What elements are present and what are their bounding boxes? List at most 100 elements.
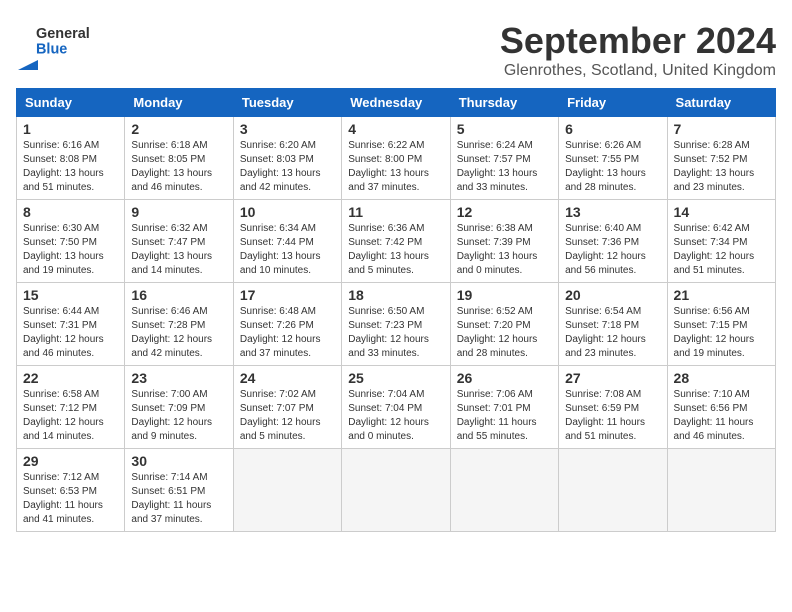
day-number: 28 (674, 370, 769, 386)
calendar-cell: 8 Sunrise: 6:30 AM Sunset: 7:50 PM Daylig… (17, 200, 125, 283)
calendar-header: Sunday Monday Tuesday Wednesday Thursday… (17, 89, 776, 117)
calendar-cell: 1 Sunrise: 6:16 AM Sunset: 8:08 PM Daylig… (17, 117, 125, 200)
day-number: 12 (457, 204, 552, 220)
col-monday: Monday (125, 89, 233, 117)
calendar-cell: 16 Sunrise: 6:46 AM Sunset: 7:28 PM Dayli… (125, 283, 233, 366)
day-number: 2 (131, 121, 226, 137)
calendar-cell: 3Sunrise: 6:20 AM Sunset: 8:03 PM Daylig… (233, 117, 341, 200)
calendar-cell: 12 Sunrise: 6:38 AM Sunset: 7:39 PM Dayli… (450, 200, 558, 283)
svg-text:Blue: Blue (36, 41, 67, 57)
calendar-cell: 28 Sunrise: 7:10 AM Sunset: 6:56 PM Dayli… (667, 366, 775, 449)
day-info: Sunrise: 7:04 AM Sunset: 7:04 PM Dayligh… (348, 388, 443, 444)
day-info: Sunrise: 6:46 AM Sunset: 7:28 PM Dayligh… (131, 305, 226, 361)
day-info: Sunrise: 6:16 AM Sunset: 8:08 PM Dayligh… (23, 139, 118, 195)
calendar-cell: 24Sunrise: 7:02 AM Sunset: 7:07 PM Dayli… (233, 366, 341, 449)
day-number: 14 (674, 204, 769, 220)
page-title: September 2024 (500, 20, 776, 62)
day-info: Sunrise: 6:52 AM Sunset: 7:20 PM Dayligh… (457, 305, 552, 361)
calendar-cell: 30 Sunrise: 7:14 AM Sunset: 6:51 PM Dayli… (125, 449, 233, 532)
calendar-cell: 2 Sunrise: 6:18 AM Sunset: 8:05 PM Daylig… (125, 117, 233, 200)
day-info: Sunrise: 7:06 AM Sunset: 7:01 PM Dayligh… (457, 388, 552, 444)
day-number: 25 (348, 370, 443, 386)
calendar-week-1: 1 Sunrise: 6:16 AM Sunset: 8:08 PM Daylig… (17, 117, 776, 200)
calendar-cell: 10 Sunrise: 6:34 AM Sunset: 7:44 PM Dayli… (233, 200, 341, 283)
day-number: 23 (131, 370, 226, 386)
header-row: Sunday Monday Tuesday Wednesday Thursday… (17, 89, 776, 117)
day-info: Sunrise: 7:00 AM Sunset: 7:09 PM Dayligh… (131, 388, 226, 444)
svg-text:General: General (36, 26, 90, 42)
page-header: General Blue September 2024 Glenrothes, … (16, 16, 776, 80)
col-saturday: Saturday (667, 89, 775, 117)
calendar-cell (450, 449, 558, 532)
day-info: Sunrise: 6:30 AM Sunset: 7:50 PM Dayligh… (23, 222, 118, 278)
title-area: September 2024 Glenrothes, Scotland, Uni… (500, 20, 776, 80)
day-info: Sunrise: 6:24 AM Sunset: 7:57 PM Dayligh… (457, 139, 552, 195)
calendar-table: Sunday Monday Tuesday Wednesday Thursday… (16, 88, 776, 532)
day-info: Sunrise: 6:28 AM Sunset: 7:52 PM Dayligh… (674, 139, 769, 195)
calendar-cell: 23 Sunrise: 7:00 AM Sunset: 7:09 PM Dayli… (125, 366, 233, 449)
day-info: Sunrise: 6:48 AM Sunset: 7:26 PM Dayligh… (240, 305, 335, 361)
calendar-week-5: 29 Sunrise: 7:12 AM Sunset: 6:53 PM Dayli… (17, 449, 776, 532)
calendar-cell: 20Sunrise: 6:54 AM Sunset: 7:18 PM Dayli… (559, 283, 667, 366)
calendar-cell: 9 Sunrise: 6:32 AM Sunset: 7:47 PM Daylig… (125, 200, 233, 283)
page-subtitle: Glenrothes, Scotland, United Kingdom (500, 62, 776, 80)
calendar-cell: 27 Sunrise: 7:08 AM Sunset: 6:59 PM Dayli… (559, 366, 667, 449)
day-number: 20 (565, 287, 660, 303)
day-number: 1 (23, 121, 118, 137)
day-info: Sunrise: 6:36 AM Sunset: 7:42 PM Dayligh… (348, 222, 443, 278)
day-number: 18 (348, 287, 443, 303)
col-thursday: Thursday (450, 89, 558, 117)
day-number: 11 (348, 204, 443, 220)
calendar-cell (559, 449, 667, 532)
day-info: Sunrise: 7:12 AM Sunset: 6:53 PM Dayligh… (23, 471, 118, 527)
calendar-cell: 11 Sunrise: 6:36 AM Sunset: 7:42 PM Dayli… (342, 200, 450, 283)
calendar-cell: 6 Sunrise: 6:26 AM Sunset: 7:55 PM Daylig… (559, 117, 667, 200)
day-number: 27 (565, 370, 660, 386)
calendar-cell: 26 Sunrise: 7:06 AM Sunset: 7:01 PM Dayli… (450, 366, 558, 449)
calendar-cell: 7Sunrise: 6:28 AM Sunset: 7:52 PM Daylig… (667, 117, 775, 200)
day-number: 16 (131, 287, 226, 303)
day-info: Sunrise: 6:18 AM Sunset: 8:05 PM Dayligh… (131, 139, 226, 195)
calendar-cell: 5Sunrise: 6:24 AM Sunset: 7:57 PM Daylig… (450, 117, 558, 200)
calendar-cell: 19 Sunrise: 6:52 AM Sunset: 7:20 PM Dayli… (450, 283, 558, 366)
day-info: Sunrise: 7:08 AM Sunset: 6:59 PM Dayligh… (565, 388, 660, 444)
day-info: Sunrise: 6:34 AM Sunset: 7:44 PM Dayligh… (240, 222, 335, 278)
day-info: Sunrise: 6:44 AM Sunset: 7:31 PM Dayligh… (23, 305, 118, 361)
calendar-body: 1 Sunrise: 6:16 AM Sunset: 8:08 PM Daylig… (17, 117, 776, 532)
day-number: 8 (23, 204, 118, 220)
calendar-cell: 18 Sunrise: 6:50 AM Sunset: 7:23 PM Dayli… (342, 283, 450, 366)
day-number: 26 (457, 370, 552, 386)
day-info: Sunrise: 7:02 AM Sunset: 7:07 PM Dayligh… (240, 388, 335, 444)
calendar-week-4: 22Sunrise: 6:58 AM Sunset: 7:12 PM Dayli… (17, 366, 776, 449)
day-info: Sunrise: 6:26 AM Sunset: 7:55 PM Dayligh… (565, 139, 660, 195)
calendar-cell: 14 Sunrise: 6:42 AM Sunset: 7:34 PM Dayli… (667, 200, 775, 283)
day-info: Sunrise: 7:10 AM Sunset: 6:56 PM Dayligh… (674, 388, 769, 444)
col-tuesday: Tuesday (233, 89, 341, 117)
day-info: Sunrise: 6:50 AM Sunset: 7:23 PM Dayligh… (348, 305, 443, 361)
calendar-cell: 21Sunrise: 6:56 AM Sunset: 7:15 PM Dayli… (667, 283, 775, 366)
day-info: Sunrise: 6:56 AM Sunset: 7:15 PM Dayligh… (674, 305, 769, 361)
col-sunday: Sunday (17, 89, 125, 117)
col-friday: Friday (559, 89, 667, 117)
calendar-cell: 25 Sunrise: 7:04 AM Sunset: 7:04 PM Dayli… (342, 366, 450, 449)
calendar-cell: 13 Sunrise: 6:40 AM Sunset: 7:36 PM Dayli… (559, 200, 667, 283)
day-info: Sunrise: 6:22 AM Sunset: 8:00 PM Dayligh… (348, 139, 443, 195)
logo: General Blue (16, 20, 96, 70)
day-number: 10 (240, 204, 335, 220)
day-number: 6 (565, 121, 660, 137)
col-wednesday: Wednesday (342, 89, 450, 117)
day-number: 29 (23, 453, 118, 469)
calendar-week-2: 8 Sunrise: 6:30 AM Sunset: 7:50 PM Daylig… (17, 200, 776, 283)
day-info: Sunrise: 7:14 AM Sunset: 6:51 PM Dayligh… (131, 471, 226, 527)
day-number: 4 (348, 121, 443, 137)
day-info: Sunrise: 6:38 AM Sunset: 7:39 PM Dayligh… (457, 222, 552, 278)
day-number: 9 (131, 204, 226, 220)
day-number: 15 (23, 287, 118, 303)
day-info: Sunrise: 6:42 AM Sunset: 7:34 PM Dayligh… (674, 222, 769, 278)
day-number: 30 (131, 453, 226, 469)
day-number: 19 (457, 287, 552, 303)
day-info: Sunrise: 6:32 AM Sunset: 7:47 PM Dayligh… (131, 222, 226, 278)
calendar-cell: 29 Sunrise: 7:12 AM Sunset: 6:53 PM Dayli… (17, 449, 125, 532)
day-number: 13 (565, 204, 660, 220)
day-info: Sunrise: 6:40 AM Sunset: 7:36 PM Dayligh… (565, 222, 660, 278)
